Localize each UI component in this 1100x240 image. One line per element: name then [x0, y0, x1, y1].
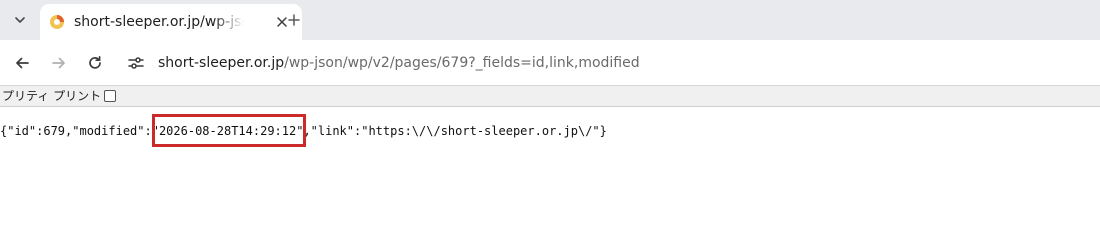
active-tab[interactable]: short-sleeper.or.jp/wp-json/wp/v2/pages/… — [40, 4, 302, 40]
reload-button[interactable] — [81, 49, 109, 77]
url-host: short-sleeper.or.jp — [158, 55, 285, 71]
arrow-right-icon — [52, 57, 65, 69]
pretty-print-label: プリティ プリント — [2, 89, 102, 103]
arrow-left-icon — [16, 57, 29, 69]
json-suffix: ,"link":"https:\/\/short-sleeper.or.jp\/… — [303, 124, 607, 138]
url-text: short-sleeper.or.jp/wp-json/wp/v2/pages/… — [158, 53, 640, 73]
site-info-button[interactable] — [118, 48, 154, 78]
json-content: {"id":679,"modified":"2026-08-28T14:29:1… — [0, 114, 607, 147]
forward-button[interactable] — [45, 49, 73, 77]
tune-icon — [128, 57, 144, 69]
tab-strip: short-sleeper.or.jp/wp-json/wp/v2/pages/… — [0, 0, 1100, 40]
site-favicon-icon — [48, 13, 66, 31]
json-modified-value: "2026-08-28T14:29:12" — [151, 124, 304, 138]
plus-icon — [288, 14, 300, 26]
back-button[interactable] — [8, 49, 36, 77]
tab-list-button[interactable] — [6, 6, 34, 34]
url-path: /wp-json/wp/v2/pages/679?_fields=id,link… — [284, 55, 640, 71]
reload-icon — [89, 55, 101, 69]
browser-toolbar: short-sleeper.or.jp/wp-json/wp/v2/pages/… — [0, 40, 1100, 86]
pretty-print-checkbox[interactable] — [104, 90, 117, 102]
new-tab-button[interactable] — [280, 6, 308, 34]
pretty-print-bar: プリティ プリント — [0, 86, 1100, 107]
tab-title: short-sleeper.or.jp/wp-json/wp/v2/pages/… — [74, 14, 244, 30]
json-prefix: {"id":679,"modified": — [0, 124, 152, 138]
json-highlighted-value: "2026-08-28T14:29:12" — [151, 114, 307, 147]
address-bar[interactable]: short-sleeper.or.jp/wp-json/wp/v2/pages/… — [118, 46, 1100, 80]
chevron-down-icon — [15, 17, 25, 23]
